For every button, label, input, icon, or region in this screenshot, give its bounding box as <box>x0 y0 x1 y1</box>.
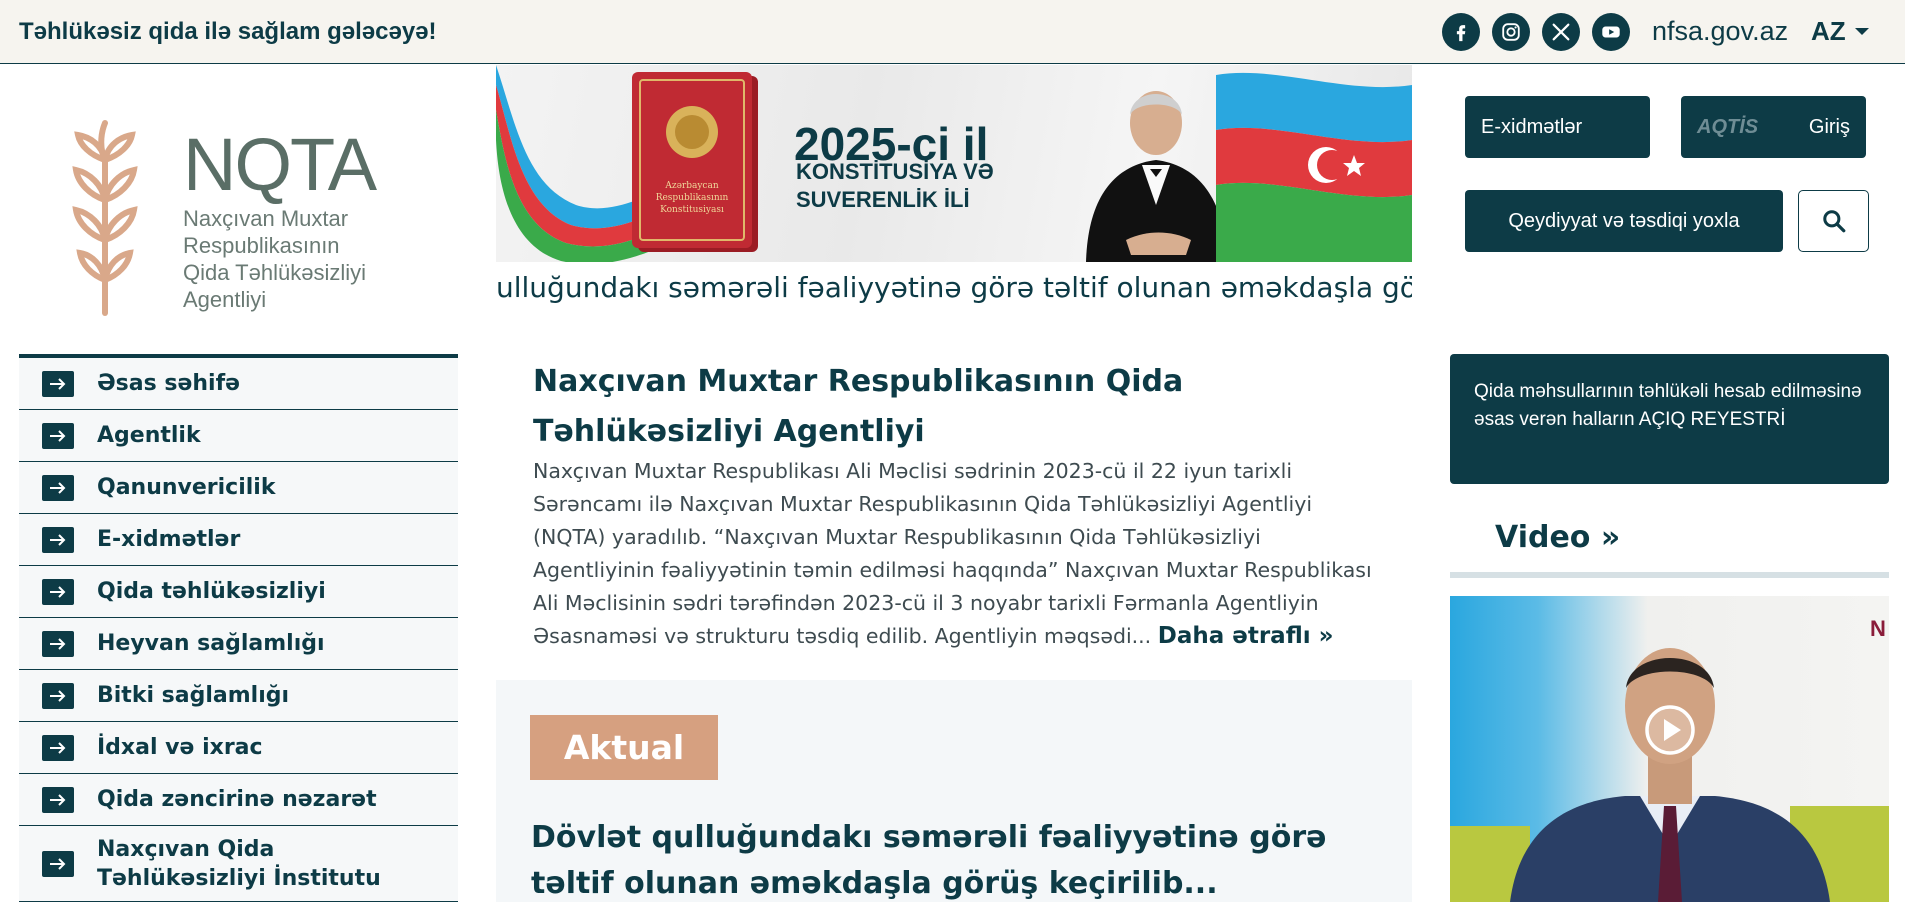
youtube-icon[interactable] <box>1592 13 1630 51</box>
login-label: Giriş <box>1808 115 1850 138</box>
read-more-label: Daha ətraflı <box>1157 623 1311 649</box>
video-thumbnail[interactable]: N <box>1450 596 1889 902</box>
aqtis-login-button[interactable]: AQTİS Giriş <box>1681 96 1866 158</box>
x-icon[interactable] <box>1542 13 1580 51</box>
svg-text:Azərbaycan: Azərbaycan <box>664 181 718 191</box>
top-bar: Təhlükəsiz qida ilə sağlam gələcəyə! nfs… <box>0 0 1905 64</box>
sidebar-item-label: Heyvan sağlamlığı <box>97 631 325 656</box>
svg-text:Konstitusiyası: Konstitusiyası <box>660 205 724 215</box>
sidebar-item-home[interactable]: Əsas səhifə <box>19 358 458 410</box>
sidebar-item-label: Bitki sağlamlığı <box>97 683 290 708</box>
eservices-button[interactable]: E-xidmətlər <box>1465 96 1650 158</box>
sidebar-item-food-safety[interactable]: Qida təhlükəsizliyi <box>19 566 458 618</box>
aqtis-logo: AQTİS <box>1697 115 1759 138</box>
read-more-link[interactable]: Daha ətraflı » <box>1158 623 1334 649</box>
banner-line-2: SUVERENLİK İLİ <box>796 187 970 212</box>
arrow-right-icon <box>42 682 74 709</box>
arrow-right-icon <box>42 474 74 501</box>
chevron-down-icon[interactable] <box>1855 28 1869 35</box>
logo-subtitle-line: Qida Təhlükəsizliyi <box>183 260 367 285</box>
aktual-badge: Aktual <box>530 715 718 780</box>
wheat-logo-icon <box>72 120 138 316</box>
search-button[interactable] <box>1798 190 1869 252</box>
double-chevron-right-icon: » <box>1600 520 1621 555</box>
video-section-link[interactable]: Video » <box>1495 520 1620 555</box>
svg-text:N: N <box>1870 616 1886 641</box>
logo-subtitle-line: Respublikasının <box>183 233 340 258</box>
sidebar-item-agency[interactable]: Agentlik <box>19 410 458 462</box>
constitution-book-icon: Azərbaycan Respublikasının Konstitusiyas… <box>632 72 758 252</box>
intro-text: Naxçıvan Muxtar Respublikası Ali Məclisi… <box>533 455 1383 653</box>
arrow-right-icon <box>42 526 74 553</box>
azerbaijan-flag-icon <box>1216 72 1412 262</box>
divider <box>1450 572 1889 578</box>
news-ticker[interactable]: ulluğundakı səmərəli fəaliyyətinə görə t… <box>496 271 1412 307</box>
hero-banner[interactable]: Azərbaycan Respublikasının Konstitusiyas… <box>496 65 1412 262</box>
sidebar-item-eservices[interactable]: E-xidmətlər <box>19 514 458 566</box>
arrow-right-icon <box>42 370 74 397</box>
intro-title: Naxçıvan Muxtar Respublikasının Qida Təh… <box>533 364 1184 449</box>
logo-subtitle: Naxçıvan Muxtar Respublikasının Qida Təh… <box>183 205 366 313</box>
arrow-right-icon <box>42 786 74 813</box>
sidebar-item-label-line: Təhlükəsizliyi İnstitutu <box>97 865 381 891</box>
open-registry-link[interactable]: Qida məhsullarının təhlükəli hesab edilm… <box>1450 354 1889 484</box>
play-icon[interactable] <box>1644 704 1696 756</box>
sidebar-item-label: Naxçıvan Qida Təhlükəsizliyi İnstitutu <box>97 835 381 893</box>
arrow-right-icon <box>42 850 74 877</box>
arrow-right-icon <box>42 630 74 657</box>
sidebar-item-plant-health[interactable]: Bitki sağlamlığı <box>19 670 458 722</box>
arrow-right-icon <box>42 734 74 761</box>
facebook-icon[interactable] <box>1442 13 1480 51</box>
logo-title: NQTA <box>183 123 377 206</box>
intro-paragraph: Naxçıvan Muxtar Respublikası Ali Məclisi… <box>533 459 1372 648</box>
domain-link[interactable]: nfsa.gov.az <box>1652 16 1788 47</box>
svg-text:Respublikasının: Respublikasının <box>656 193 729 203</box>
arrow-right-icon <box>42 422 74 449</box>
sidebar-item-label: Qida təhlükəsizliyi <box>97 579 326 604</box>
sidebar-item-label: Agentlik <box>97 423 201 448</box>
video-heading: Video <box>1495 520 1591 555</box>
sidebar-item-label-line: Naxçıvan Qida <box>97 836 275 862</box>
sidebar-item-label: E-xidmətlər <box>97 527 241 552</box>
sidebar-item-label: Əsas səhifə <box>97 371 241 396</box>
instagram-icon[interactable] <box>1492 13 1530 51</box>
logo-subtitle-line: Naxçıvan Muxtar <box>183 206 349 231</box>
arrow-right-icon <box>42 578 74 605</box>
check-registration-button[interactable]: Qeydiyyat və təsdiqi yoxla <box>1465 190 1783 252</box>
sidebar-item-food-chain-control[interactable]: Qida zəncirinə nəzarət <box>19 774 458 826</box>
news-headline-link[interactable]: Dövlət qulluğundakı səmərəli fəaliyyətin… <box>531 815 1391 907</box>
search-icon <box>1822 210 1845 233</box>
logo-subtitle-line: Agentliyi <box>183 287 267 312</box>
sidebar-item-label: İdxal və ixrac <box>97 735 263 760</box>
sidebar-item-label: Qida zəncirinə nəzarət <box>97 787 377 812</box>
site-slogan: Təhlükəsiz qida ilə sağlam gələcəyə! <box>19 18 437 45</box>
double-chevron-right-icon: » <box>1318 623 1334 649</box>
banner-line-1: KONSTİTUSİYA VƏ <box>796 159 994 184</box>
sidebar-item-label: Qanunvericilik <box>97 475 276 500</box>
sidebar-item-institute[interactable]: Naxçıvan Qida Təhlükəsizliyi İnstitutu <box>19 826 458 902</box>
sidebar-item-import-export[interactable]: İdxal və ixrac <box>19 722 458 774</box>
sidebar-nav: Əsas səhifə Agentlik Qanunvericilik E-xi… <box>19 354 458 902</box>
sidebar-item-animal-health[interactable]: Heyvan sağlamlığı <box>19 618 458 670</box>
language-selector[interactable]: AZ <box>1811 16 1846 47</box>
sidebar-item-legislation[interactable]: Qanunvericilik <box>19 462 458 514</box>
